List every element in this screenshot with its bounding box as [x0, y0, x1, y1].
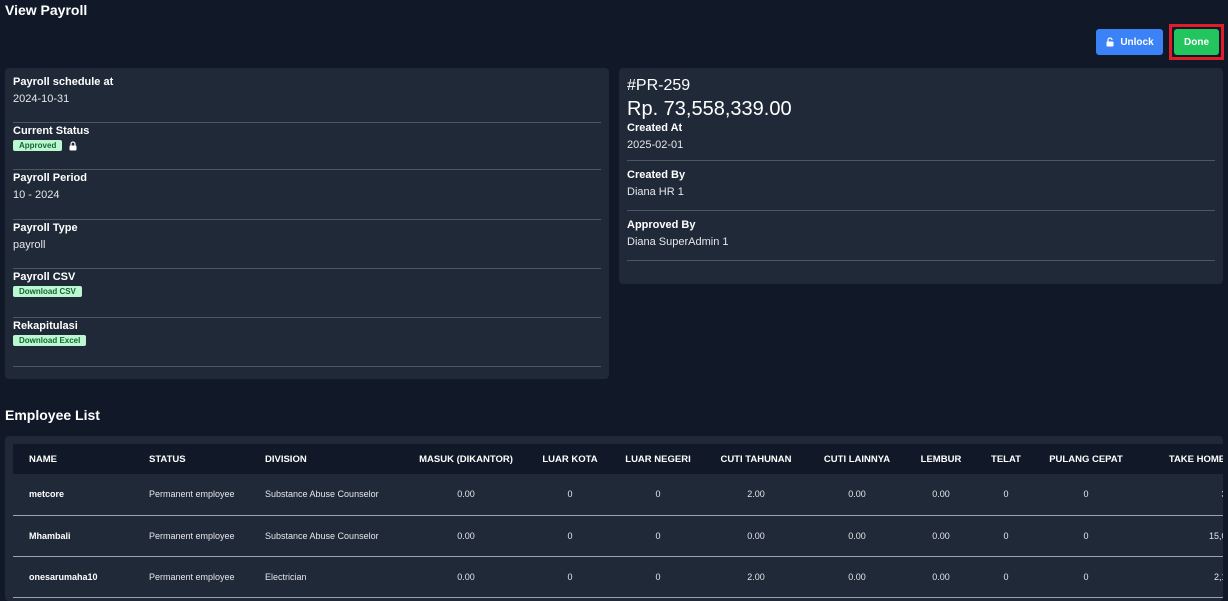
action-bar: Unlock Done: [1096, 24, 1224, 60]
cell-masuk: 0.00: [409, 556, 523, 598]
created-by-field: Created By Diana HR 1: [627, 161, 1215, 211]
cell-lembur: 0.00: [901, 474, 981, 516]
cell-pulang-cepat: 0: [1031, 515, 1141, 557]
view-payroll-page: View Payroll Unlock Done Payroll schedul…: [0, 0, 1228, 601]
cell-telat: 0: [981, 556, 1031, 598]
cell-luar-kota: 0: [523, 515, 617, 557]
cell-division: Substance Abuse Counselor: [249, 474, 409, 516]
cell-take-home: 2,172,50: [1141, 556, 1223, 598]
current-status-field: Current Status Approved: [13, 123, 601, 170]
cell-pulang-cepat: 0: [1031, 474, 1141, 516]
column-header-name[interactable]: NAME: [13, 444, 133, 474]
cell-telat: 0: [981, 474, 1031, 516]
payroll-details-card: Payroll schedule at 2024-10-31 Current S…: [5, 68, 609, 379]
cell-luar-negeri: 0: [617, 474, 699, 516]
payroll-period-label: Payroll Period: [13, 172, 87, 184]
employee-list-title: Employee List: [5, 407, 100, 423]
cell-take-home: 322,00: [1141, 474, 1223, 516]
table-row[interactable]: Mhambali Permanent employee Substance Ab…: [13, 515, 1223, 557]
column-header-telat[interactable]: TELAT: [981, 444, 1031, 474]
column-header-take-home[interactable]: TAKE HOME: [1141, 444, 1223, 474]
unlock-button[interactable]: Unlock: [1096, 29, 1163, 55]
approved-by-value: Diana SuperAdmin 1: [627, 236, 729, 248]
table-row[interactable]: metcore Permanent employee Substance Abu…: [13, 474, 1223, 516]
payroll-csv-label: Payroll CSV: [13, 271, 76, 283]
created-by-value: Diana HR 1: [627, 186, 684, 198]
column-header-luar-negeri[interactable]: LUAR NEGERI: [617, 444, 699, 474]
column-header-pulang-cepat[interactable]: PULANG CEPAT: [1031, 444, 1141, 474]
cell-status: Permanent employee: [133, 474, 249, 516]
payroll-summary-card: #PR-259 Rp. 73,558,339.00 Created At 202…: [619, 68, 1223, 284]
created-by-label: Created By: [627, 169, 686, 181]
download-excel-button[interactable]: Download Excel: [13, 335, 87, 346]
cell-name: metcore: [13, 474, 133, 516]
payroll-amount: Rp. 73,558,339.00: [627, 98, 792, 120]
cell-cuti-lainnya: 0.00: [813, 474, 901, 516]
approved-by-label: Approved By: [627, 219, 696, 231]
cell-lembur: 0.00: [901, 556, 981, 598]
table-row[interactable]: onesarumaha10 Permanent employee Electri…: [13, 556, 1223, 598]
column-header-cuti-lainnya[interactable]: CUTI LAINNYA: [813, 444, 901, 474]
cell-luar-negeri: 0: [617, 556, 699, 598]
done-button-highlight: Done: [1169, 24, 1224, 60]
cell-name: onesarumaha10: [13, 556, 133, 598]
download-csv-button[interactable]: Download CSV: [13, 286, 82, 297]
column-header-status[interactable]: STATUS: [133, 444, 249, 474]
cell-cuti-lainnya: 0.00: [813, 556, 901, 598]
payroll-type-label: Payroll Type: [13, 222, 78, 234]
payroll-period-field: Payroll Period 10 - 2024: [13, 170, 601, 220]
cell-status: Permanent employee: [133, 556, 249, 598]
current-status-label: Current Status: [13, 125, 90, 137]
cell-cuti-tahunan: 2.00: [699, 556, 813, 598]
page-title: View Payroll: [5, 2, 88, 18]
approved-by-field: Approved By Diana SuperAdmin 1: [627, 211, 1215, 261]
payroll-period-value: 10 - 2024: [13, 189, 60, 201]
cell-cuti-tahunan: 0.00: [699, 515, 813, 557]
employee-table: NAME STATUS DIVISION MASUK (DIKANTOR) LU…: [13, 444, 1223, 598]
created-at-value: 2025-02-01: [627, 139, 684, 151]
cell-masuk: 0.00: [409, 515, 523, 557]
cell-telat: 0: [981, 515, 1031, 557]
payroll-schedule-value: 2024-10-31: [13, 93, 70, 105]
payroll-schedule-label: Payroll schedule at: [13, 76, 114, 88]
cell-lembur: 0.00: [901, 515, 981, 557]
employee-table-header: NAME STATUS DIVISION MASUK (DIKANTOR) LU…: [13, 444, 1223, 474]
payroll-csv-field: Payroll CSV Download CSV: [13, 269, 601, 318]
cell-division: Electrician: [249, 556, 409, 598]
cell-take-home: 15,050,00: [1141, 515, 1223, 557]
rekapitulasi-label: Rekapitulasi: [13, 320, 78, 332]
cell-division: Substance Abuse Counselor: [249, 515, 409, 557]
payroll-type-value: payroll: [13, 239, 46, 251]
payroll-code: #PR-259: [627, 77, 691, 94]
cell-name: Mhambali: [13, 515, 133, 557]
cell-luar-negeri: 0: [617, 515, 699, 557]
employee-table-container: NAME STATUS DIVISION MASUK (DIKANTOR) LU…: [5, 436, 1223, 601]
cell-masuk: 0.00: [409, 474, 523, 516]
cell-pulang-cepat: 0: [1031, 556, 1141, 598]
column-header-lembur[interactable]: LEMBUR: [901, 444, 981, 474]
column-header-cuti-tahunan[interactable]: CUTI TAHUNAN: [699, 444, 813, 474]
unlock-button-label: Unlock: [1120, 36, 1154, 48]
column-header-masuk[interactable]: MASUK (DIKANTOR): [409, 444, 523, 474]
cell-status: Permanent employee: [133, 515, 249, 557]
done-button[interactable]: Done: [1174, 29, 1219, 55]
rekapitulasi-field: Rekapitulasi Download Excel: [13, 318, 601, 367]
status-badge: Approved: [13, 140, 63, 151]
lock-icon: [69, 140, 77, 150]
column-header-division[interactable]: DIVISION: [249, 444, 409, 474]
unlock-icon: [1106, 37, 1114, 47]
payroll-schedule-field: Payroll schedule at 2024-10-31: [13, 74, 601, 123]
column-header-luar-kota[interactable]: LUAR KOTA: [523, 444, 617, 474]
payroll-type-field: Payroll Type payroll: [13, 220, 601, 269]
cell-cuti-lainnya: 0.00: [813, 515, 901, 557]
cell-cuti-tahunan: 2.00: [699, 474, 813, 516]
created-at-label: Created At: [627, 122, 683, 134]
cell-luar-kota: 0: [523, 556, 617, 598]
cell-luar-kota: 0: [523, 474, 617, 516]
created-at-field: Created At 2025-02-01: [627, 121, 1215, 161]
